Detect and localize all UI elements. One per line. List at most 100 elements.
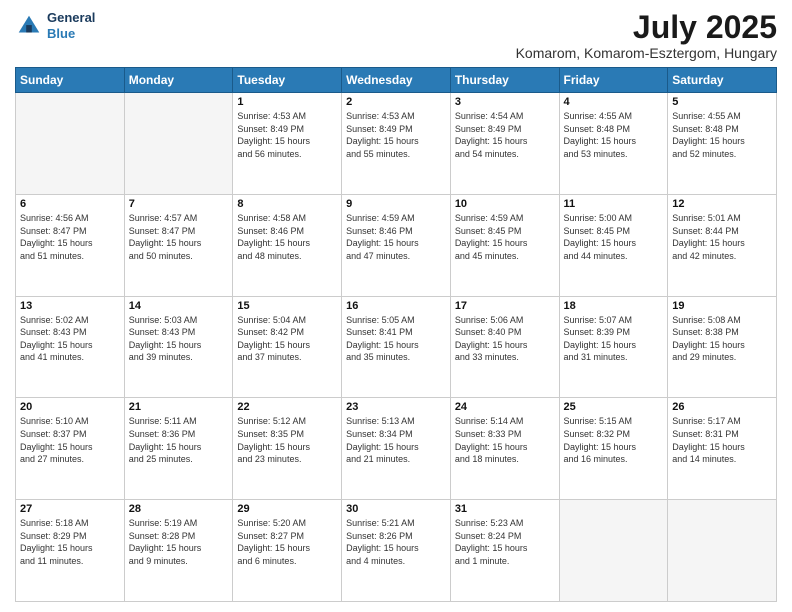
calendar-cell: 2Sunrise: 4:53 AM Sunset: 8:49 PM Daylig… [342,93,451,195]
day-number: 24 [455,401,555,413]
calendar-week-4: 27Sunrise: 5:18 AM Sunset: 8:29 PM Dayli… [16,500,777,602]
calendar-cell: 14 Sunrise: 5:03 AM Sunset: 8:43 PM Dayli… [124,296,233,398]
calendar-cell: 3 Sunrise: 4:54 AM Sunset: 8:49 PM Daylig… [450,93,559,195]
day-number: 14 [129,300,229,312]
calendar-cell [124,93,233,195]
calendar-week-1: 6 Sunrise: 4:56 AM Sunset: 8:47 PM Daylig… [16,194,777,296]
day-info: Sunrise: 4:55 AM Sunset: 8:48 PM Dayligh… [672,110,772,160]
day-info: Sunrise: 5:08 AM Sunset: 8:38 PM Dayligh… [672,314,772,364]
day-info: Sunrise: 5:12 AM Sunset: 8:35 PM Dayligh… [237,415,337,465]
calendar-cell: 10 Sunrise: 4:59 AM Sunset: 8:45 PM Dayli… [450,194,559,296]
calendar-header-row: SundayMondayTuesdayWednesdayThursdayFrid… [16,68,777,93]
calendar-cell: 6 Sunrise: 4:56 AM Sunset: 8:47 PM Daylig… [16,194,125,296]
calendar-cell: 17Sunrise: 5:06 AM Sunset: 8:40 PM Dayli… [450,296,559,398]
title-block: July 2025 Komarom, Komarom-Esztergom, Hu… [516,10,777,61]
day-number: 12 [672,198,772,210]
page: General Blue July 2025 Komarom, Komarom-… [0,0,792,612]
day-number: 13 [20,300,120,312]
day-number: 1 [237,96,337,108]
day-number: 27 [20,503,120,515]
calendar-header-saturday: Saturday [668,68,777,93]
calendar-cell: 30Sunrise: 5:21 AM Sunset: 8:26 PM Dayli… [342,500,451,602]
day-number: 30 [346,503,446,515]
calendar-cell: 5 Sunrise: 4:55 AM Sunset: 8:48 PM Daylig… [668,93,777,195]
day-number: 9 [346,198,446,210]
day-info: Sunrise: 5:05 AM Sunset: 8:41 PM Dayligh… [346,314,446,364]
calendar-table: SundayMondayTuesdayWednesdayThursdayFrid… [15,67,777,602]
calendar-cell: 13 Sunrise: 5:02 AM Sunset: 8:43 PM Dayli… [16,296,125,398]
calendar-cell: 28 Sunrise: 5:19 AM Sunset: 8:28 PM Dayli… [124,500,233,602]
day-info: Sunrise: 5:10 AM Sunset: 8:37 PM Dayligh… [20,415,120,465]
calendar-cell: 24Sunrise: 5:14 AM Sunset: 8:33 PM Dayli… [450,398,559,500]
calendar-header-wednesday: Wednesday [342,68,451,93]
calendar-cell: 19 Sunrise: 5:08 AM Sunset: 8:38 PM Dayli… [668,296,777,398]
day-info: Sunrise: 5:19 AM Sunset: 8:28 PM Dayligh… [129,517,229,567]
calendar-cell: 7Sunrise: 4:57 AM Sunset: 8:47 PM Daylig… [124,194,233,296]
calendar-cell: 26 Sunrise: 5:17 AM Sunset: 8:31 PM Dayli… [668,398,777,500]
day-info: Sunrise: 5:11 AM Sunset: 8:36 PM Dayligh… [129,415,229,465]
day-number: 3 [455,96,555,108]
calendar-cell: 9Sunrise: 4:59 AM Sunset: 8:46 PM Daylig… [342,194,451,296]
calendar-cell: 21Sunrise: 5:11 AM Sunset: 8:36 PM Dayli… [124,398,233,500]
day-number: 17 [455,300,555,312]
logo-line2: Blue [47,26,95,42]
day-info: Sunrise: 4:54 AM Sunset: 8:49 PM Dayligh… [455,110,555,160]
day-number: 29 [237,503,337,515]
calendar-cell: 23Sunrise: 5:13 AM Sunset: 8:34 PM Dayli… [342,398,451,500]
day-number: 20 [20,401,120,413]
calendar-header-friday: Friday [559,68,668,93]
day-info: Sunrise: 4:53 AM Sunset: 8:49 PM Dayligh… [346,110,446,160]
logo-icon [15,12,43,40]
day-number: 4 [564,96,664,108]
day-number: 5 [672,96,772,108]
day-info: Sunrise: 5:07 AM Sunset: 8:39 PM Dayligh… [564,314,664,364]
day-number: 23 [346,401,446,413]
calendar-cell: 18 Sunrise: 5:07 AM Sunset: 8:39 PM Dayli… [559,296,668,398]
day-number: 8 [237,198,337,210]
logo-line1: General [47,10,95,26]
calendar-cell: 11Sunrise: 5:00 AM Sunset: 8:45 PM Dayli… [559,194,668,296]
day-number: 28 [129,503,229,515]
day-info: Sunrise: 5:03 AM Sunset: 8:43 PM Dayligh… [129,314,229,364]
calendar-cell: 16 Sunrise: 5:05 AM Sunset: 8:41 PM Dayli… [342,296,451,398]
day-info: Sunrise: 5:15 AM Sunset: 8:32 PM Dayligh… [564,415,664,465]
calendar-cell: 29 Sunrise: 5:20 AM Sunset: 8:27 PM Dayli… [233,500,342,602]
day-info: Sunrise: 5:01 AM Sunset: 8:44 PM Dayligh… [672,212,772,262]
day-info: Sunrise: 4:57 AM Sunset: 8:47 PM Dayligh… [129,212,229,262]
calendar-header-thursday: Thursday [450,68,559,93]
day-number: 26 [672,401,772,413]
subtitle: Komarom, Komarom-Esztergom, Hungary [516,45,777,61]
day-number: 22 [237,401,337,413]
main-title: July 2025 [516,10,777,45]
calendar-cell: 27Sunrise: 5:18 AM Sunset: 8:29 PM Dayli… [16,500,125,602]
calendar-week-2: 13 Sunrise: 5:02 AM Sunset: 8:43 PM Dayli… [16,296,777,398]
header: General Blue July 2025 Komarom, Komarom-… [15,10,777,61]
calendar-week-0: 1 Sunrise: 4:53 AM Sunset: 8:49 PM Daylig… [16,93,777,195]
day-info: Sunrise: 5:17 AM Sunset: 8:31 PM Dayligh… [672,415,772,465]
day-info: Sunrise: 4:59 AM Sunset: 8:45 PM Dayligh… [455,212,555,262]
day-info: Sunrise: 5:20 AM Sunset: 8:27 PM Dayligh… [237,517,337,567]
day-number: 10 [455,198,555,210]
day-info: Sunrise: 4:56 AM Sunset: 8:47 PM Dayligh… [20,212,120,262]
day-info: Sunrise: 4:58 AM Sunset: 8:46 PM Dayligh… [237,212,337,262]
day-number: 18 [564,300,664,312]
calendar-cell: 4Sunrise: 4:55 AM Sunset: 8:48 PM Daylig… [559,93,668,195]
calendar-cell [559,500,668,602]
day-number: 15 [237,300,337,312]
calendar-cell: 25Sunrise: 5:15 AM Sunset: 8:32 PM Dayli… [559,398,668,500]
calendar-header-tuesday: Tuesday [233,68,342,93]
day-info: Sunrise: 5:02 AM Sunset: 8:43 PM Dayligh… [20,314,120,364]
day-number: 11 [564,198,664,210]
calendar-cell: 1Sunrise: 4:53 AM Sunset: 8:49 PM Daylig… [233,93,342,195]
day-number: 6 [20,198,120,210]
calendar-week-3: 20 Sunrise: 5:10 AM Sunset: 8:37 PM Dayli… [16,398,777,500]
logo-text: General Blue [47,10,95,41]
calendar-cell [16,93,125,195]
day-number: 31 [455,503,555,515]
calendar-cell: 20 Sunrise: 5:10 AM Sunset: 8:37 PM Dayli… [16,398,125,500]
calendar-header-sunday: Sunday [16,68,125,93]
calendar-header-monday: Monday [124,68,233,93]
day-number: 19 [672,300,772,312]
day-number: 16 [346,300,446,312]
calendar-cell: 12 Sunrise: 5:01 AM Sunset: 8:44 PM Dayli… [668,194,777,296]
